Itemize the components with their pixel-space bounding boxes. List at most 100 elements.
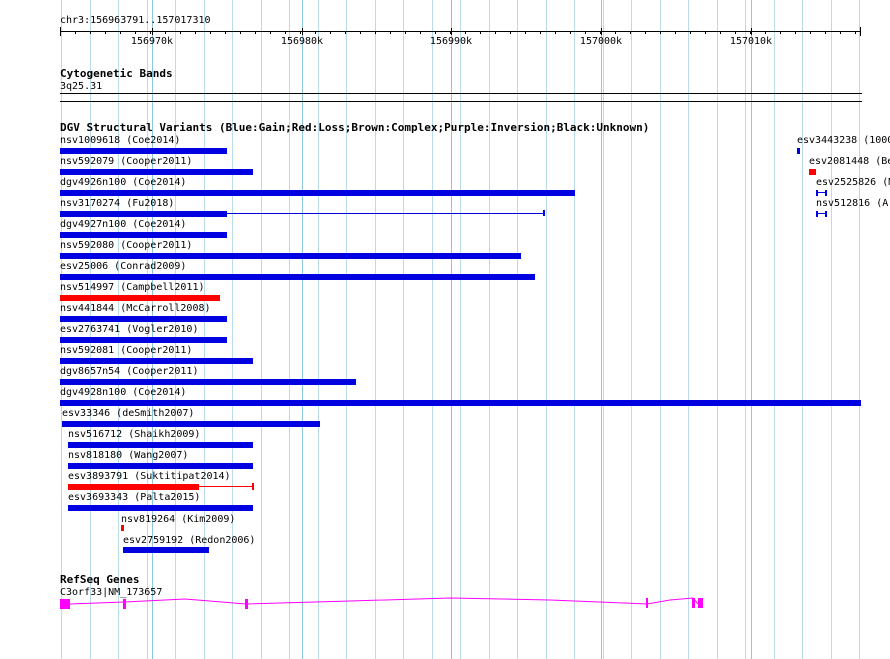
ruler-major-tick [451, 28, 452, 35]
variant-bar[interactable] [68, 442, 253, 448]
variant-label[interactable]: nsv441844 (McCarroll2008) [60, 303, 211, 314]
variant-bar[interactable] [121, 525, 124, 531]
ruler-minor-tick [855, 31, 856, 34]
ruler-tick-label: 156980k [280, 36, 324, 47]
ruler-minor-tick [135, 31, 136, 34]
variant-line[interactable] [199, 486, 253, 487]
variant-label[interactable]: nsv818180 (Wang2007) [68, 450, 188, 461]
cytoband-label: 3q25.31 [60, 81, 103, 92]
variant-bar[interactable] [60, 337, 227, 343]
ruler-minor-tick [495, 31, 496, 34]
variant-label[interactable]: nsv819264 (Kim2009) [121, 514, 235, 525]
ruler-minor-tick [630, 31, 631, 34]
variant-bar[interactable] [809, 169, 816, 175]
cytobands-title: Cytogenetic Bands [60, 67, 173, 80]
variant-label[interactable]: esv2525826 (M [816, 177, 890, 188]
ruler-minor-tick [105, 31, 106, 34]
variant-label[interactable]: esv2759192 (Redon2006) [123, 535, 255, 546]
variant-label[interactable]: esv2763741 (Vogler2010) [60, 324, 198, 335]
variant-label[interactable]: dgv4927n100 (Coe2014) [60, 219, 186, 230]
variant-bar[interactable] [62, 421, 320, 427]
ruler-minor-tick [435, 31, 436, 34]
variant-label[interactable]: nsv1009618 (Coe2014) [60, 135, 180, 146]
ruler-minor-tick [795, 31, 796, 34]
gene-model[interactable] [0, 594, 890, 614]
variant-bar[interactable] [60, 232, 227, 238]
ruler-major-tick [751, 28, 752, 35]
ruler-minor-tick [840, 31, 841, 34]
ruler-minor-tick [810, 31, 811, 34]
variant-label[interactable]: nsv592079 (Cooper2011) [60, 156, 192, 167]
variant-label[interactable]: nsv516712 (Shaikh2009) [68, 429, 200, 440]
variant-bar[interactable] [60, 400, 861, 406]
variant-bar[interactable] [68, 505, 253, 511]
variant-bar[interactable] [60, 148, 227, 154]
variant-label[interactable]: esv3443238 (1000 [797, 135, 890, 146]
variant-bar[interactable] [797, 148, 800, 154]
ruler-minor-tick [690, 31, 691, 34]
ruler-minor-tick [390, 31, 391, 34]
variant-bar[interactable] [60, 358, 253, 364]
variant-label[interactable]: dgv8657n54 (Cooper2011) [60, 366, 198, 377]
variant-end-tick [825, 190, 827, 196]
ruler-minor-tick [765, 31, 766, 34]
variant-label[interactable]: dgv4928n100 (Coe2014) [60, 387, 186, 398]
ruler-minor-tick [510, 31, 511, 34]
variant-label[interactable]: esv33346 (deSmith2007) [62, 408, 194, 419]
ruler-minor-tick [735, 31, 736, 34]
variant-bar[interactable] [60, 316, 227, 322]
variant-label[interactable]: esv3893791 (Suktitipat2014) [68, 471, 231, 482]
variant-bar[interactable] [60, 169, 253, 175]
variant-label[interactable]: nsv514997 (Campbell2011) [60, 282, 205, 293]
ruler-minor-tick [705, 31, 706, 34]
variant-bar[interactable] [123, 547, 209, 553]
ruler-minor-tick [240, 31, 241, 34]
variant-bar[interactable] [68, 484, 199, 490]
ruler-tick-label: 156990k [429, 36, 473, 47]
ruler-tick-label: 157010k [729, 36, 773, 47]
ruler-minor-tick [315, 31, 316, 34]
ruler-minor-tick [540, 31, 541, 34]
variant-bar[interactable] [60, 253, 521, 259]
gene-exon [692, 598, 695, 608]
variant-label[interactable]: dgv4926n100 (Coe2014) [60, 177, 186, 188]
variant-label[interactable]: nsv592080 (Cooper2011) [60, 240, 192, 251]
variant-label[interactable]: nsv3170274 (Fu2018) [60, 198, 174, 209]
variant-label[interactable]: esv25006 (Conrad2009) [60, 261, 186, 272]
ruler-minor-tick [675, 31, 676, 34]
variant-label[interactable]: esv3693343 (Palta2015) [68, 492, 200, 503]
variant-bar[interactable] [68, 463, 253, 469]
gene-exon [646, 598, 648, 608]
ruler-minor-tick [60, 31, 61, 34]
ruler-minor-tick [150, 31, 151, 34]
ruler-minor-tick [660, 31, 661, 34]
ruler-right-end [860, 27, 861, 36]
gene-exon [60, 599, 70, 609]
ruler-minor-tick [450, 31, 451, 34]
ruler-minor-tick [420, 31, 421, 34]
variant-bar[interactable] [60, 295, 220, 301]
variant-bar[interactable] [60, 211, 227, 217]
ruler-minor-tick [210, 31, 211, 34]
variant-label[interactable]: nsv592081 (Cooper2011) [60, 345, 192, 356]
variant-bar[interactable] [60, 190, 575, 196]
ruler-minor-tick [750, 31, 751, 34]
location-label: chr3:156963791..157017310 [60, 15, 211, 26]
ruler-minor-tick [195, 31, 196, 34]
gene-exon [123, 599, 126, 609]
gene-exon [245, 599, 248, 609]
ruler-minor-tick [225, 31, 226, 34]
variant-line[interactable] [227, 213, 544, 214]
gene-intron-line [69, 597, 699, 605]
variant-label[interactable]: esv2081448 (Be [809, 156, 890, 167]
variant-label[interactable]: nsv512816 (Ar [816, 198, 890, 209]
ruler-minor-tick [90, 31, 91, 34]
cytoband-line-bottom [60, 101, 862, 102]
variant-bar[interactable] [60, 274, 535, 280]
ruler-minor-tick [345, 31, 346, 34]
variant-end-tick [816, 190, 818, 196]
ruler-major-tick [302, 28, 303, 35]
variant-end-tick [543, 210, 545, 216]
variant-bar[interactable] [60, 379, 356, 385]
ruler-minor-tick [270, 31, 271, 34]
